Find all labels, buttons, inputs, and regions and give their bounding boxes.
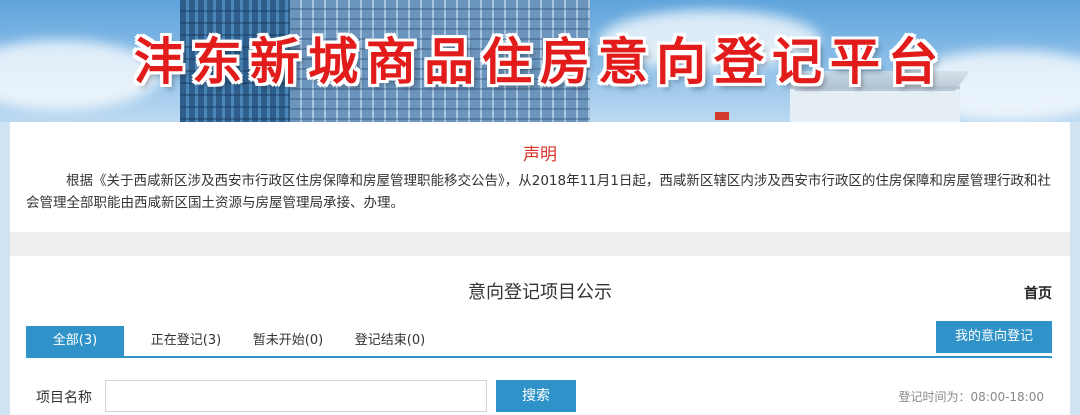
section-divider	[10, 232, 1070, 256]
project-name-input[interactable]	[105, 380, 487, 412]
section-title: 意向登记项目公示	[468, 282, 612, 303]
tab-ended[interactable]: 登记结束(0)	[334, 326, 446, 356]
my-registration-button[interactable]: 我的意向登记	[936, 321, 1052, 353]
tab-not-started[interactable]: 暂未开始(0)	[232, 326, 344, 356]
main-panel: 声明 根据《关于西咸新区涉及西安市行政区住房保障和房屋管理职能移交公告》，从20…	[10, 122, 1070, 415]
search-button[interactable]: 搜索	[496, 380, 576, 412]
flag-icon	[715, 112, 729, 120]
tab-all[interactable]: 全部(3)	[26, 326, 124, 356]
project-name-label: 项目名称	[36, 390, 92, 406]
home-link[interactable]: 首页	[1024, 283, 1052, 303]
notice-body: 根据《关于西咸新区涉及西安市行政区住房保障和房屋管理职能移交公告》，从2018年…	[26, 173, 1051, 211]
notice-title: 声明	[523, 145, 557, 165]
registration-hours: 登记时间为：08:00-18:00	[898, 390, 1045, 404]
notice-box: 声明 根据《关于西咸新区涉及西安市行政区住房保障和房屋管理职能移交公告》，从20…	[10, 122, 1070, 232]
project-tabs: 全部(3) 正在登记(3) 暂未开始(0) 登记结束(0)	[26, 326, 1052, 358]
tab-registering[interactable]: 正在登记(3)	[130, 326, 242, 356]
site-title: 沣东新城商品住房意向登记平台	[134, 33, 946, 91]
header-banner: 沣东新城商品住房意向登记平台	[0, 0, 1080, 122]
